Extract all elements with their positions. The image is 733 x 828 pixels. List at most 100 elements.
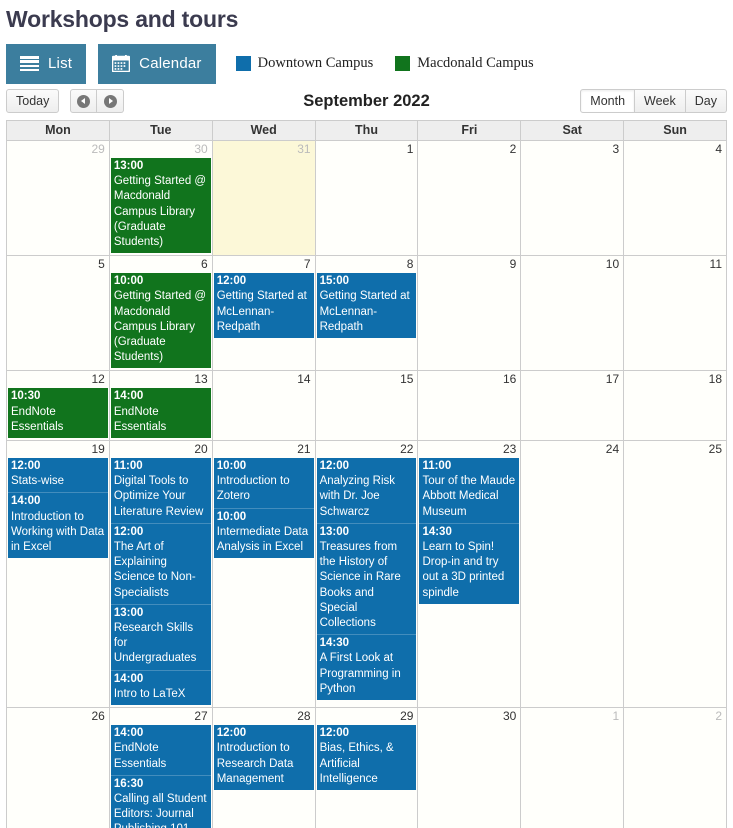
day-cell[interactable]: 10	[521, 256, 625, 371]
calendar-view-button[interactable]: Calendar	[98, 43, 216, 84]
chevron-left-icon	[77, 94, 91, 108]
day-number: 16	[502, 372, 517, 387]
day-cell[interactable]: 27 14:00 EndNote Essentials 16:30 Calling al…	[109, 708, 213, 828]
day-events	[7, 158, 109, 160]
day-number: 1	[406, 142, 414, 156]
day-cell[interactable]: 26	[7, 708, 110, 828]
calendar-event[interactable]: 14:00 EndNote Essentials	[110, 725, 211, 775]
calendar-event[interactable]: 12:00 Analyzing Risk with Dr. Joe Schwarc…	[316, 458, 417, 523]
day-cell[interactable]: 14	[212, 371, 316, 441]
day-events	[624, 388, 726, 390]
day-events: 14:00 EndNote Essentials 16:30 Calling all …	[110, 725, 212, 828]
calendar-event[interactable]: 10:00 Introduction to Zotero	[213, 458, 314, 508]
day-number: 29	[91, 142, 105, 156]
day-cell[interactable]: 4	[624, 141, 727, 256]
day-cell[interactable]: 23 11:00 Tour of the Maude Abbott Medical …	[418, 441, 522, 708]
today-button[interactable]: Today	[6, 89, 60, 113]
calendar-event[interactable]: 14:00 Introduction to Working with Data i…	[8, 492, 108, 559]
day-cell[interactable]: 21 10:00 Introduction to Zotero 10:00 Interm…	[212, 441, 316, 708]
calendar-event[interactable]: 10:00 Getting Started @ Macdonald Campus …	[110, 273, 211, 369]
day-of-week-sat: Sat	[521, 121, 625, 140]
event-time: 10:00	[216, 460, 247, 473]
calendar-event[interactable]: 13:00 Research Skills for Undergraduates	[110, 603, 211, 670]
day-cell[interactable]: 9	[418, 256, 522, 371]
day-number: 15	[400, 372, 414, 387]
calendar-event[interactable]: 14:30 Learn to Spin! Drop-in and try out …	[419, 522, 520, 604]
day-events: 12:00 Stats-wise 14:00 Introduction to Work…	[7, 458, 109, 560]
page-title: Workshops and tours	[6, 6, 239, 32]
day-number: 19	[91, 442, 105, 457]
day-cell[interactable]: 15	[315, 371, 419, 441]
day-cell[interactable]: 7 12:00 Getting Started at McLennan-Redpat…	[212, 256, 316, 371]
week-view-button[interactable]: Week	[635, 89, 686, 113]
next-month-button[interactable]	[97, 89, 125, 113]
calendar-event[interactable]: 16:30 Calling all Student Editors: Journa…	[110, 774, 211, 828]
day-cell[interactable]: 18	[624, 371, 727, 441]
month-view-button[interactable]: Month	[580, 89, 636, 113]
event-time: 16:30	[113, 777, 144, 790]
day-cell[interactable]: 1	[521, 708, 625, 828]
list-icon	[20, 56, 39, 72]
day-cell[interactable]: 12 10:30 EndNote Essentials	[7, 371, 110, 441]
calendar-event[interactable]: 10:00 Intermediate Data Analysis in Excel	[213, 507, 314, 559]
calendar-event[interactable]: 15:00 Getting Started at McLennan-Redpath	[316, 273, 417, 339]
event-title: Bias, Ethics, & Artificial Intelligence	[319, 742, 394, 785]
day-cell[interactable]: 30 13:00 Getting Started @ Macdonald Campu…	[109, 141, 213, 256]
day-view-button[interactable]: Day	[685, 89, 727, 113]
day-cell[interactable]: 30	[418, 708, 522, 828]
day-events: 12:00 Analyzing Risk with Dr. Joe Schwarc…	[316, 458, 418, 702]
day-number: 3	[612, 142, 620, 156]
day-cell[interactable]: 19 12:00 Stats-wise 14:00 Introduction to Wo…	[7, 441, 110, 708]
day-number: 28	[297, 709, 311, 724]
calendar-event[interactable]: 11:00 Digital Tools to Optimize Your Lite…	[110, 458, 211, 523]
day-cell[interactable]: 25	[624, 441, 727, 708]
calendar-event[interactable]: 14:30 A First Look at Programming in Pyth…	[316, 634, 417, 701]
day-cell[interactable]: 6 10:00 Getting Started @ Macdonald Campus…	[109, 256, 213, 371]
calendar-event[interactable]: 11:00 Tour of the Maude Abbott Medical Mu…	[419, 458, 520, 523]
list-view-button[interactable]: List	[6, 43, 87, 84]
calendar-event[interactable]: 12:00 Introduction to Research Data Manag…	[213, 725, 314, 790]
day-events	[521, 158, 623, 160]
day-number: 27	[194, 709, 208, 724]
calendar-event[interactable]: 10:30 EndNote Essentials	[8, 388, 108, 439]
day-cell[interactable]: 28 12:00 Introduction to Research Data Man…	[212, 708, 316, 828]
event-title: Introduction to Research Data Management	[216, 742, 294, 785]
calendar-event[interactable]: 12:00 The Art of Explaining Science to No…	[110, 522, 211, 604]
calendar-event[interactable]: 12:00 Bias, Ethics, & Artificial Intellig…	[316, 725, 417, 790]
day-cell[interactable]: 24	[521, 441, 625, 708]
calendar-event[interactable]: 14:00 EndNote Essentials	[110, 388, 211, 439]
day-cell[interactable]: 17	[521, 371, 625, 441]
event-time: 13:00	[113, 606, 144, 619]
day-cell[interactable]: 5	[7, 256, 110, 371]
calendar-event[interactable]: 12:00 Stats-wise	[8, 458, 108, 493]
day-number: 30	[502, 709, 517, 724]
day-cell[interactable]: 31	[212, 141, 316, 256]
day-number: 12	[91, 372, 105, 387]
day-events: 12:00 Introduction to Research Data Manag…	[213, 725, 315, 792]
day-cell[interactable]: 2	[624, 708, 727, 828]
day-cell[interactable]: 1	[315, 141, 419, 256]
day-cell[interactable]: 22 12:00 Analyzing Risk with Dr. Joe Schwa…	[315, 441, 419, 708]
day-cell[interactable]: 3	[521, 141, 625, 256]
day-cell[interactable]: 16	[418, 371, 522, 441]
calendar-event[interactable]: 13:00 Treasures from the History of Scien…	[316, 522, 417, 635]
day-cell[interactable]: 2	[418, 141, 522, 256]
day-number: 4	[715, 142, 723, 156]
calendar-event[interactable]: 13:00 Getting Started @ Macdonald Campus …	[110, 158, 211, 254]
calendar-icon	[111, 55, 131, 73]
day-cell[interactable]: 20 11:00 Digital Tools to Optimize Your Li…	[109, 441, 213, 708]
calendar-event[interactable]: 14:00 Intro to LaTeX	[110, 669, 211, 706]
prev-month-button[interactable]	[70, 89, 98, 113]
day-cell[interactable]: 8 15:00 Getting Started at McLennan-Redpat…	[315, 256, 419, 371]
calendar-event[interactable]: 12:00 Getting Started at McLennan-Redpath	[213, 273, 314, 339]
day-cell[interactable]: 13 14:00 EndNote Essentials	[109, 371, 213, 441]
day-cell[interactable]: 11	[624, 256, 727, 371]
day-of-week-header: Mon Tue Wed Thu Fri Sat Sun	[7, 121, 726, 140]
day-number: 11	[709, 257, 723, 272]
day-number: 21	[297, 442, 311, 457]
downtown-campus-label: Downtown Campus	[257, 55, 374, 71]
day-cell[interactable]: 29	[7, 141, 110, 256]
day-events	[521, 388, 623, 390]
day-events: 14:00 EndNote Essentials	[110, 388, 212, 440]
day-cell[interactable]: 29 12:00 Bias, Ethics, & Artificial Intell…	[315, 708, 419, 828]
